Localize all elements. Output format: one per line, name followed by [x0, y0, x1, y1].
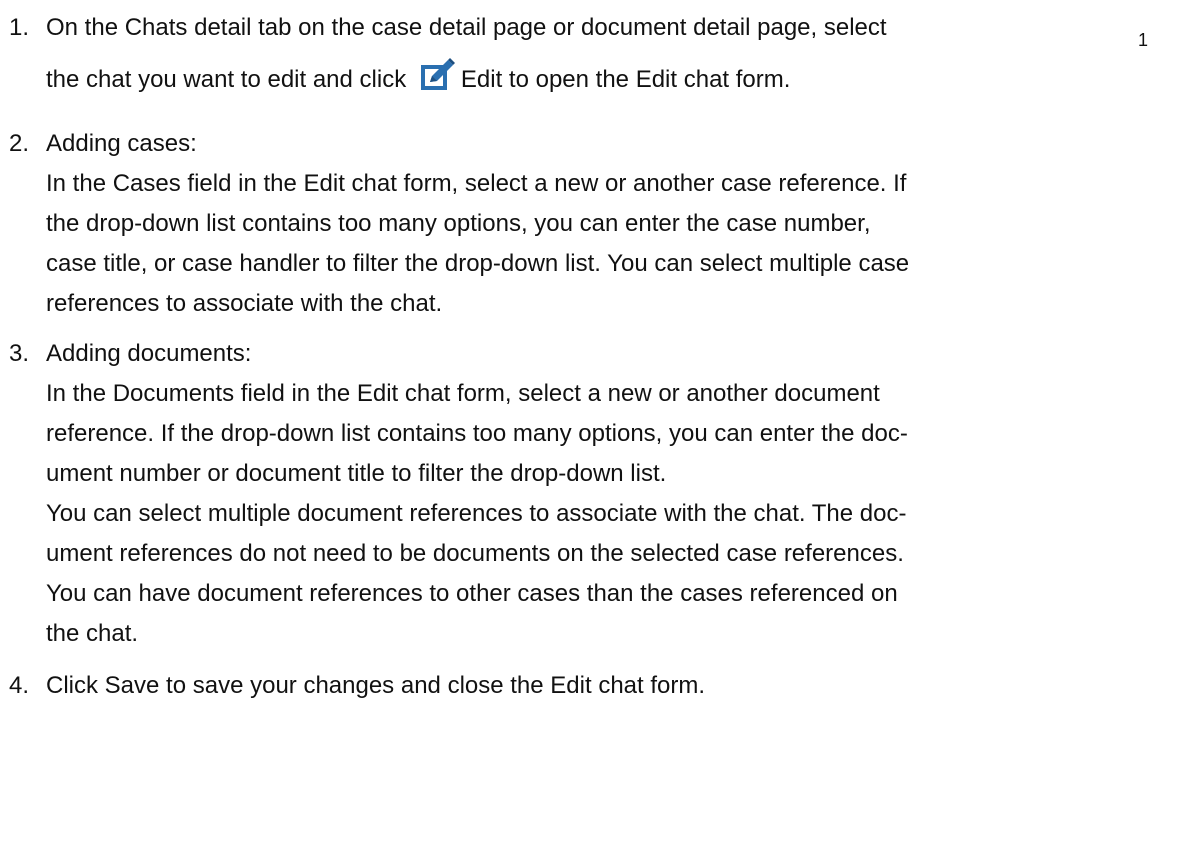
step-1: 1. On the Chats detail tab on the case d…	[9, 8, 1194, 114]
step-heading: Adding cases:	[46, 130, 197, 157]
step-3-line-4: You can select multiple document referen…	[46, 500, 907, 527]
text: field in the	[234, 380, 357, 407]
step-number: 4.	[9, 672, 30, 699]
text: detail tab on the case detail page or do…	[187, 14, 887, 41]
step-2-line-4: references to associate with the chat.	[46, 290, 443, 317]
step-number: 2.	[9, 130, 30, 157]
step-3-line-6: You can have document references to othe…	[46, 580, 898, 607]
step-heading: Adding documents:	[46, 340, 252, 367]
text: form.	[729, 66, 791, 93]
edit-chat-term: Edit chat	[635, 66, 730, 93]
edit-chat-term: Edit chat	[356, 380, 451, 407]
document-page: 1 1. On the Chats detail tab on the case…	[0, 0, 1197, 858]
step-2-line-2: the drop-down list contains too many opt…	[46, 210, 871, 237]
text: On the	[46, 14, 125, 41]
text: to save your changes and close the	[159, 672, 551, 699]
edit-term: Edit	[460, 66, 503, 93]
text: field in the	[180, 170, 304, 197]
steps-list: 1. On the Chats detail tab on the case d…	[9, 8, 1194, 706]
step-2: 2. Adding cases: In the Cases field in t…	[9, 124, 1194, 324]
edit-chat-term: Edit chat	[550, 672, 644, 699]
step-3-line-2: reference. If the drop-down list contain…	[46, 420, 908, 447]
cases-term: Cases	[112, 170, 181, 197]
text: Click	[46, 672, 105, 699]
edit-icon	[419, 57, 457, 93]
text: In the	[46, 170, 113, 197]
chats-term: Chats	[124, 14, 188, 41]
text: to open the	[502, 66, 636, 93]
step-3-line-3: ument number or document title to filter…	[46, 460, 667, 487]
step-2-line-3: case title, or case handler to filter th…	[46, 250, 910, 277]
documents-term: Documents	[112, 380, 235, 407]
step-1-line-2: the chat you want to edit and click Edit…	[46, 48, 1194, 112]
step-3-line-7: the chat.	[46, 620, 139, 647]
step-2-line-1: In the Cases field in the Edit chat form…	[46, 164, 1194, 204]
text: In the	[46, 380, 113, 407]
edit-chat-term: Edit chat	[303, 170, 397, 197]
step-3: 3. Adding documents: In the Documents fi…	[9, 334, 1194, 654]
save-term: Save	[104, 672, 160, 699]
step-3-line-5: ument references do not need to be docum…	[46, 540, 904, 567]
step-number: 3.	[9, 340, 30, 367]
step-number: 1.	[9, 14, 30, 41]
text: form, select a new or another case refer…	[396, 170, 907, 197]
step-1-line-1: On the Chats detail tab on the case deta…	[46, 8, 1194, 48]
step-3-line-1: In the Documents field in the Edit chat …	[46, 374, 1194, 414]
text: form, select a new or another document	[450, 380, 880, 407]
step-4: 4. Click Save to save your changes and c…	[9, 666, 1194, 706]
text: form.	[643, 672, 706, 699]
step-4-line-1: Click Save to save your changes and clos…	[46, 666, 1194, 706]
text: the chat you want to edit and click	[46, 66, 413, 93]
